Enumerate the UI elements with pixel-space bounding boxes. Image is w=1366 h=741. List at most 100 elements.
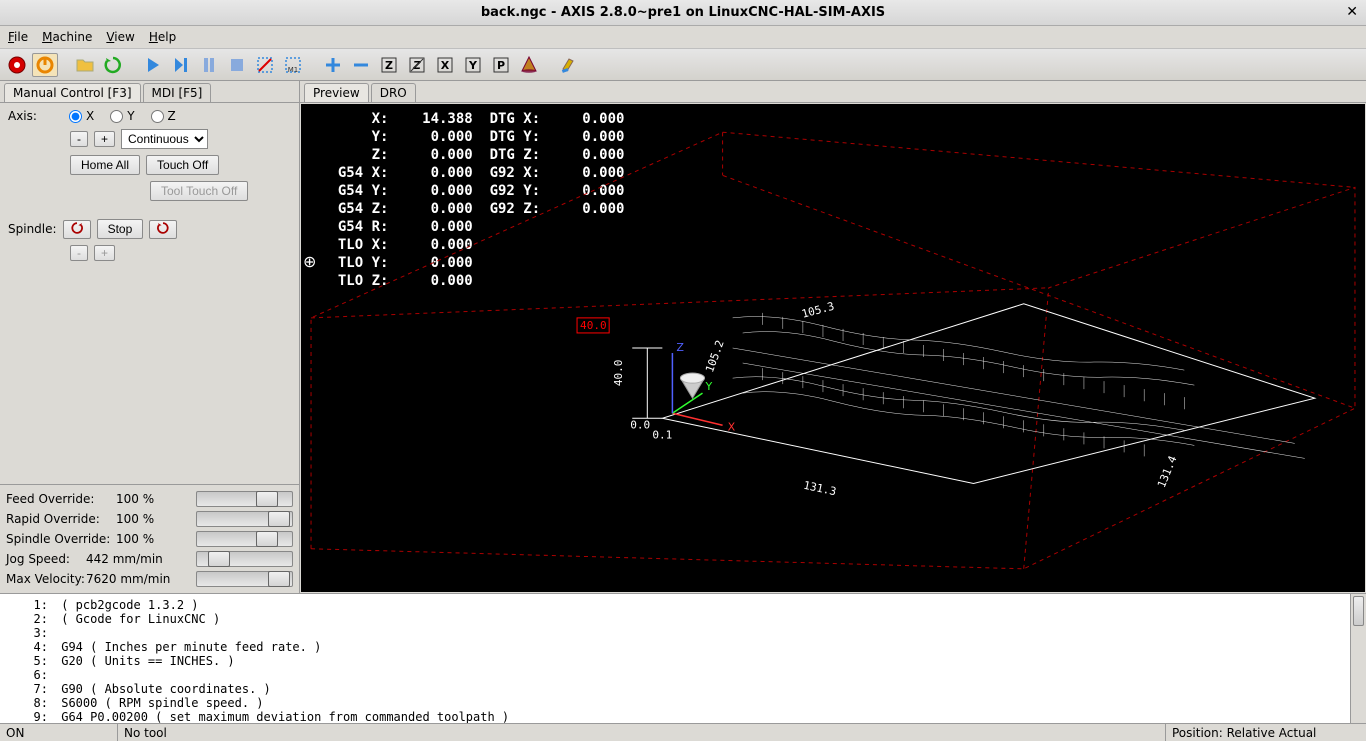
max-velocity-label: Max Velocity: xyxy=(6,572,86,586)
menu-bar: File Machine View Help xyxy=(0,26,1366,49)
spindle-override-label: Spindle Override: xyxy=(6,532,116,546)
view-x-icon[interactable]: X xyxy=(432,53,458,77)
status-on: ON xyxy=(0,724,118,741)
tool-touch-off-button[interactable]: Tool Touch Off xyxy=(150,181,248,201)
svg-text:P: P xyxy=(497,59,505,72)
pause-icon[interactable] xyxy=(196,53,222,77)
block-skip-icon[interactable] xyxy=(252,53,278,77)
spindle-ccw-button[interactable] xyxy=(63,220,91,239)
feed-override-label: Feed Override: xyxy=(6,492,116,506)
power-icon[interactable] xyxy=(32,53,58,77)
toolpath-scene: 0.0 40.0 0.1 131.3 131.4 105.3 105.2 40.… xyxy=(301,104,1365,592)
toolbar: M1 Z Z X Y P xyxy=(0,49,1366,81)
open-icon[interactable] xyxy=(72,53,98,77)
status-tool: No tool xyxy=(118,724,1166,741)
rapid-override-label: Rapid Override: xyxy=(6,512,116,526)
estop-icon[interactable] xyxy=(4,53,30,77)
spindle-override-slider[interactable] xyxy=(196,531,293,547)
rapid-override-slider[interactable] xyxy=(196,511,293,527)
spindle-minus-button[interactable]: - xyxy=(70,245,88,261)
left-tabs: Manual Control [F3] MDI [F5] xyxy=(0,81,299,103)
svg-text:X: X xyxy=(728,420,736,433)
preview-viewport[interactable]: ⊕ X: 14.388 DTG X: 0.000 Y: 0.000 DTG Y:… xyxy=(301,104,1365,592)
window-title: back.ngc - AXIS 2.8.0~pre1 on LinuxCNC-H… xyxy=(481,5,885,20)
axis-radio-z[interactable]: Z xyxy=(151,109,176,123)
view-p-icon[interactable]: P xyxy=(488,53,514,77)
view-y-icon[interactable]: Y xyxy=(460,53,486,77)
spindle-plus-button[interactable]: + xyxy=(94,245,115,261)
svg-text:Z: Z xyxy=(385,59,393,72)
home-all-button[interactable]: Home All xyxy=(70,155,140,175)
view-z-icon[interactable]: Z xyxy=(376,53,402,77)
svg-text:0.0: 0.0 xyxy=(630,418,650,431)
gcode-line[interactable]: 9: G64 P0.00200 ( set maximum deviation … xyxy=(8,710,1358,723)
menu-machine[interactable]: Machine xyxy=(42,30,92,44)
jog-increment-select[interactable]: Continuous xyxy=(121,129,208,149)
tab-preview[interactable]: Preview xyxy=(304,83,369,102)
spindle-cw-button[interactable] xyxy=(149,220,177,239)
axis-radio-x[interactable]: X xyxy=(69,109,94,123)
menu-help[interactable]: Help xyxy=(149,30,176,44)
overrides-panel: Feed Override: 100 % Rapid Override: 100… xyxy=(0,484,299,593)
svg-text:Z: Z xyxy=(676,341,684,354)
gcode-line[interactable]: 7: G90 ( Absolute coordinates. ) xyxy=(8,682,1358,696)
touch-off-button[interactable]: Touch Off xyxy=(146,155,219,175)
gcode-line[interactable]: 6: xyxy=(8,668,1358,682)
zoom-in-icon[interactable] xyxy=(320,53,346,77)
svg-text:Y: Y xyxy=(705,380,713,393)
gcode-line[interactable]: 3: xyxy=(8,626,1358,640)
window-close-icon[interactable]: ✕ xyxy=(1346,4,1358,20)
status-bar: ON No tool Position: Relative Actual xyxy=(0,723,1366,741)
spindle-override-value: 100 % xyxy=(116,532,196,546)
gcode-listing[interactable]: 1: ( pcb2gcode 1.3.2 )2: ( Gcode for Lin… xyxy=(0,593,1366,723)
status-position: Position: Relative Actual xyxy=(1166,724,1366,741)
axis-radio-y[interactable]: Y xyxy=(110,109,134,123)
gcode-line[interactable]: 4: G94 ( Inches per minute feed rate. ) xyxy=(8,640,1358,654)
gcode-line[interactable]: 8: S6000 ( RPM spindle speed. ) xyxy=(8,696,1358,710)
perspective-icon[interactable] xyxy=(516,53,542,77)
clear-plot-icon[interactable] xyxy=(556,53,582,77)
preview-tabs: Preview DRO xyxy=(300,81,1366,103)
left-panel: Manual Control [F3] MDI [F5] Axis: X Y Z… xyxy=(0,81,300,593)
run-icon[interactable] xyxy=(140,53,166,77)
feed-override-slider[interactable] xyxy=(196,491,293,507)
gcode-line[interactable]: 2: ( Gcode for LinuxCNC ) xyxy=(8,612,1358,626)
spindle-label: Spindle: xyxy=(8,222,57,236)
svg-text:105.2: 105.2 xyxy=(703,338,727,374)
svg-text:X: X xyxy=(441,59,450,72)
tab-mdi[interactable]: MDI [F5] xyxy=(143,83,212,102)
jog-plus-button[interactable]: + xyxy=(94,131,115,147)
svg-text:40.0: 40.0 xyxy=(612,360,625,387)
svg-text:40.0: 40.0 xyxy=(580,319,607,332)
view-z2-icon[interactable]: Z xyxy=(404,53,430,77)
svg-text:131.3: 131.3 xyxy=(802,479,837,499)
tab-dro[interactable]: DRO xyxy=(371,83,416,102)
gcode-line[interactable]: 1: ( pcb2gcode 1.3.2 ) xyxy=(8,598,1358,612)
reload-icon[interactable] xyxy=(100,53,126,77)
optional-stop-icon[interactable]: M1 xyxy=(280,53,306,77)
stop-icon[interactable] xyxy=(224,53,250,77)
svg-text:105.3: 105.3 xyxy=(800,300,835,321)
max-velocity-slider[interactable] xyxy=(196,571,293,587)
jog-minus-button[interactable]: - xyxy=(70,131,88,147)
feed-override-value: 100 % xyxy=(116,492,196,506)
window-titlebar: back.ngc - AXIS 2.8.0~pre1 on LinuxCNC-H… xyxy=(0,0,1366,26)
axis-label: Axis: xyxy=(8,109,37,123)
svg-text:131.4: 131.4 xyxy=(1155,454,1180,490)
menu-file[interactable]: File xyxy=(8,30,28,44)
zoom-out-icon[interactable] xyxy=(348,53,374,77)
jog-speed-label: Jog Speed: xyxy=(6,552,86,566)
step-icon[interactable] xyxy=(168,53,194,77)
manual-control-panel: Axis: X Y Z - + Continuous Home All Touc… xyxy=(0,103,299,273)
tab-manual-control[interactable]: Manual Control [F3] xyxy=(4,83,141,102)
svg-text:Y: Y xyxy=(468,59,478,72)
gcode-line[interactable]: 5: G20 ( Units == INCHES. ) xyxy=(8,654,1358,668)
rapid-override-value: 100 % xyxy=(116,512,196,526)
gcode-scrollbar[interactable] xyxy=(1350,594,1366,723)
svg-text:M1: M1 xyxy=(288,66,299,74)
spindle-stop-button[interactable]: Stop xyxy=(97,219,144,239)
jog-speed-slider[interactable] xyxy=(196,551,293,567)
menu-view[interactable]: View xyxy=(106,30,134,44)
svg-text:0.1: 0.1 xyxy=(652,428,672,441)
preview-area: Preview DRO ⊕ X: 14.388 DTG X: 0.000 Y: … xyxy=(300,81,1366,593)
